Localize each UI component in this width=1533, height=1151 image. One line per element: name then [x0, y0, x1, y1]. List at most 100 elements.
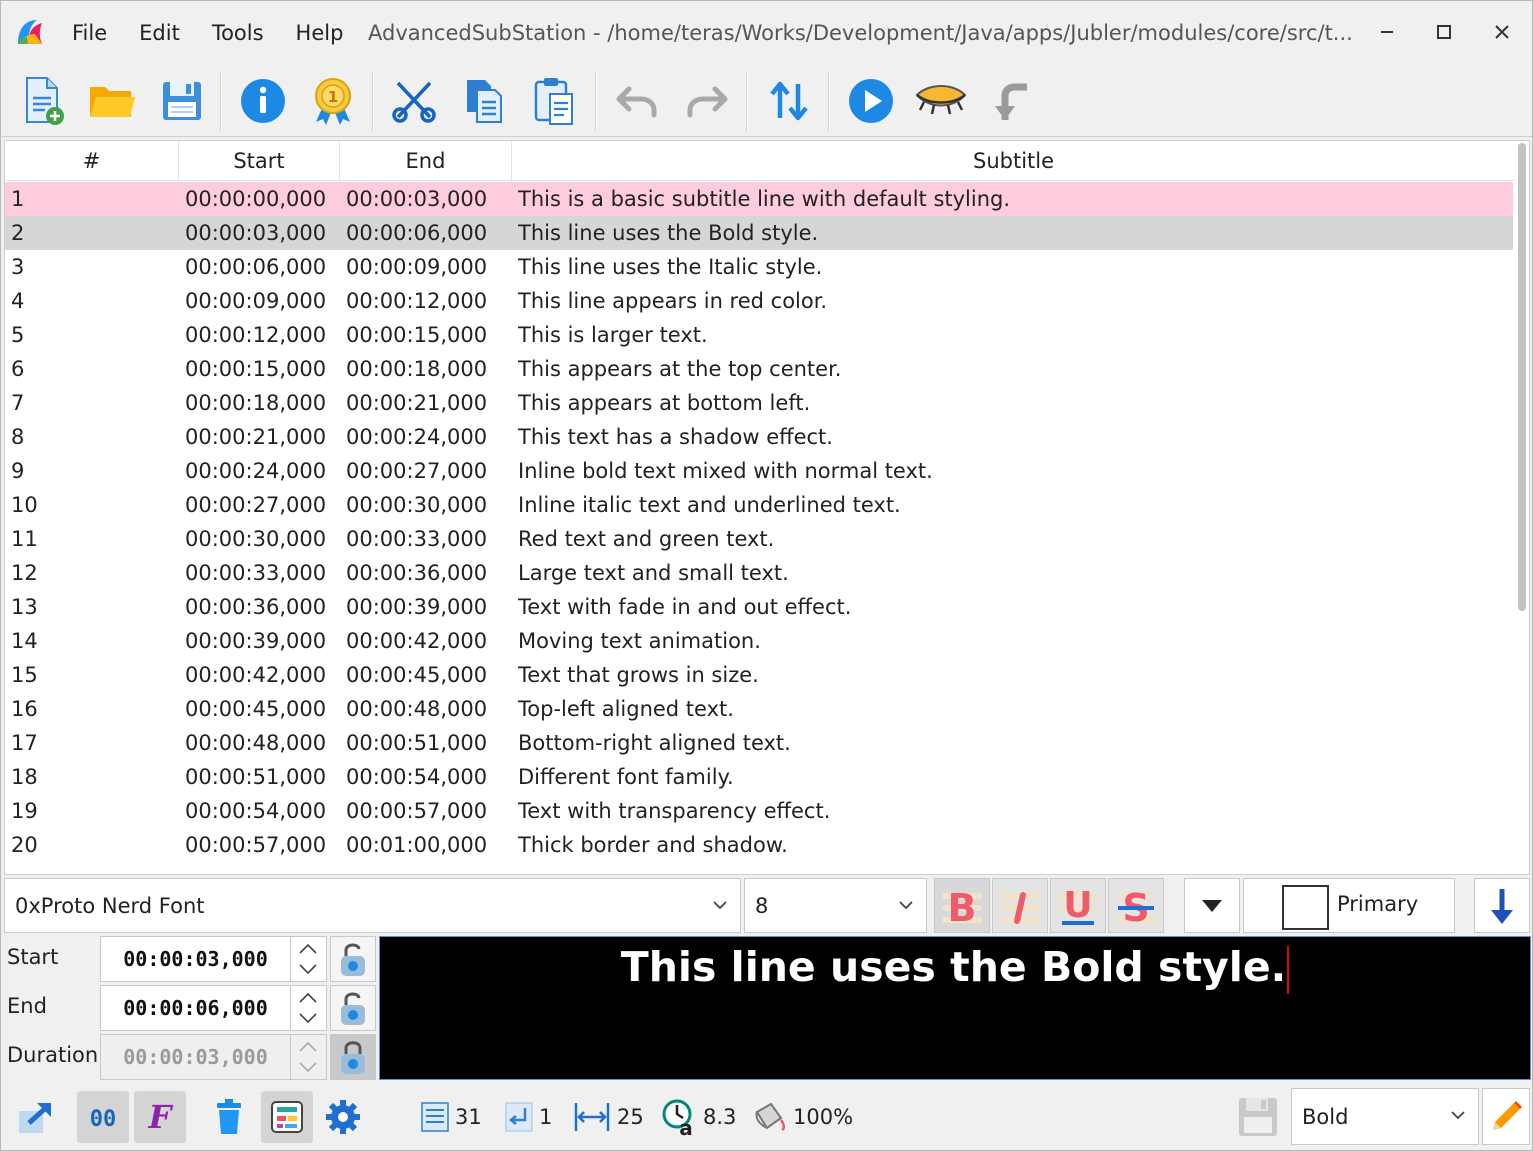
cell-end: 00:00:03,000: [346, 187, 488, 211]
save-style-button[interactable]: [1231, 1091, 1285, 1143]
table-row[interactable]: 9 00:00:24,000 00:00:27,000 Inline bold tex…: [5, 454, 1513, 488]
italic-toggle[interactable]: [992, 878, 1048, 933]
underline-toggle[interactable]: U: [1050, 878, 1106, 933]
table-row[interactable]: 17 00:00:48,000 00:00:51,000 Bottom-right a…: [5, 726, 1513, 760]
settings-button[interactable]: [317, 1091, 369, 1143]
cell-number: 16: [11, 697, 38, 721]
open-button[interactable]: [84, 73, 140, 129]
cell-subtitle: Different font family.: [518, 765, 734, 789]
undo-button[interactable]: [609, 73, 665, 129]
redo-button[interactable]: [679, 73, 735, 129]
duration-stepper[interactable]: [291, 1034, 327, 1080]
style-menu-dropdown[interactable]: [1184, 878, 1240, 933]
sort-button[interactable]: [761, 73, 817, 129]
toolbar-separator: [828, 71, 830, 131]
strikethrough-toggle[interactable]: S: [1108, 878, 1164, 933]
cut-button[interactable]: [386, 73, 442, 129]
start-lock-toggle[interactable]: [330, 936, 376, 982]
cell-end: 00:00:09,000: [346, 255, 488, 279]
award-button[interactable]: 1: [305, 73, 361, 129]
preview-button[interactable]: [913, 73, 969, 129]
cell-end: 00:00:06,000: [346, 221, 488, 245]
menu-file[interactable]: File: [56, 21, 123, 45]
table-row[interactable]: 13 00:00:36,000 00:00:39,000 Text with fade…: [5, 590, 1513, 624]
chevron-down-icon: [899, 901, 913, 910]
font-mode-toggle[interactable]: F: [134, 1091, 186, 1143]
table-row[interactable]: 2 00:00:03,000 00:00:06,000 This line uses …: [5, 216, 1513, 250]
font-family-select[interactable]: 0xProto Nerd Font: [4, 878, 741, 933]
timecode-mode-toggle[interactable]: 00: [77, 1091, 129, 1143]
toolbar-separator: [372, 71, 374, 131]
cell-end: 00:00:57,000: [346, 799, 488, 823]
edit-style-button[interactable]: [1482, 1088, 1530, 1145]
menu-tools[interactable]: Tools: [196, 21, 280, 45]
menu-edit[interactable]: Edit: [123, 21, 196, 45]
bold-toggle[interactable]: B: [934, 878, 990, 933]
table-row[interactable]: 10 00:00:27,000 00:00:30,000 Inline italic …: [5, 488, 1513, 522]
new-file-button[interactable]: [15, 73, 71, 129]
table-row[interactable]: 6 00:00:15,000 00:00:18,000 This appears at…: [5, 352, 1513, 386]
table-row[interactable]: 7 00:00:18,000 00:00:21,000 This appears at…: [5, 386, 1513, 420]
table-row[interactable]: 4 00:00:09,000 00:00:12,000 This line appea…: [5, 284, 1513, 318]
column-header-start[interactable]: Start: [179, 141, 340, 181]
cell-subtitle: This line uses the Bold style.: [518, 221, 819, 245]
duration-lock-toggle[interactable]: [330, 1034, 376, 1080]
style-select[interactable]: Bold: [1291, 1088, 1479, 1145]
font-size-select[interactable]: 8: [744, 878, 927, 933]
jump-back-button[interactable]: [983, 73, 1039, 129]
styles-editor-button[interactable]: [261, 1091, 313, 1143]
table-row[interactable]: 5 00:00:12,000 00:00:15,000 This is larger …: [5, 318, 1513, 352]
toolbar-separator: [220, 71, 222, 131]
close-button[interactable]: [1485, 15, 1519, 49]
detach-button[interactable]: [9, 1091, 61, 1143]
scrollbar-thumb[interactable]: [1518, 143, 1526, 611]
info-icon: [241, 79, 285, 123]
table-row[interactable]: 18 00:00:51,000 00:00:54,000 Different font…: [5, 760, 1513, 794]
table-scrollbar[interactable]: [1517, 143, 1527, 871]
table-row[interactable]: 11 00:00:30,000 00:00:33,000 Red text and g…: [5, 522, 1513, 556]
open-folder-icon: [90, 87, 135, 117]
italic-icon: [1000, 891, 1040, 924]
table-row[interactable]: 15 00:00:42,000 00:00:45,000 Text that grow…: [5, 658, 1513, 692]
table-row[interactable]: 12 00:00:33,000 00:00:36,000 Large text and…: [5, 556, 1513, 590]
maximize-button[interactable]: [1427, 15, 1461, 49]
table-row[interactable]: 3 00:00:06,000 00:00:09,000 This line uses …: [5, 250, 1513, 284]
cell-number: 1: [11, 187, 25, 211]
start-time-field[interactable]: 00:00:03,000: [100, 936, 291, 982]
paste-button[interactable]: [526, 73, 582, 129]
duration-field[interactable]: 00:00:03,000: [100, 1034, 291, 1080]
cell-start: 00:00:33,000: [185, 561, 327, 585]
subtitle-table[interactable]: # Start End Subtitle 1 00:00:00,000 00:00:…: [4, 140, 1530, 875]
menu-help[interactable]: Help: [280, 21, 360, 45]
newline-count-value: 1: [539, 1105, 553, 1129]
column-header-end[interactable]: End: [340, 141, 512, 181]
table-row[interactable]: 20 00:00:57,000 00:01:00,000 Thick border a…: [5, 828, 1513, 862]
toolbar-separator: [595, 71, 597, 131]
column-header-subtitle[interactable]: Subtitle: [512, 141, 1515, 181]
table-row[interactable]: 14 00:00:39,000 00:00:42,000 Moving text an…: [5, 624, 1513, 658]
end-time-field[interactable]: 00:00:06,000: [100, 985, 291, 1031]
minimize-button[interactable]: [1370, 15, 1404, 49]
preview-eye-icon: [915, 85, 967, 115]
subtitle-text-editor[interactable]: This line uses the Bold style.: [379, 936, 1531, 1080]
cell-subtitle: This text has a shadow effect.: [518, 425, 833, 449]
column-header-number[interactable]: #: [5, 141, 179, 181]
play-button[interactable]: [843, 73, 899, 129]
end-time-stepper[interactable]: [291, 985, 327, 1031]
table-row[interactable]: 1 00:00:00,000 00:00:03,000 This is a basic…: [5, 182, 1513, 216]
fill-bucket-icon: [755, 1102, 786, 1132]
end-lock-toggle[interactable]: [330, 985, 376, 1031]
color-selector[interactable]: Primary: [1243, 878, 1455, 933]
info-button[interactable]: [235, 73, 291, 129]
undo-icon: [616, 86, 657, 118]
table-row[interactable]: 19 00:00:54,000 00:00:57,000 Text with tran…: [5, 794, 1513, 828]
sort-icon: [770, 81, 808, 121]
table-row[interactable]: 8 00:00:21,000 00:00:24,000 This text has a…: [5, 420, 1513, 454]
table-row[interactable]: 16 00:00:45,000 00:00:48,000 Top-left align…: [5, 692, 1513, 726]
cell-subtitle: This is larger text.: [518, 323, 708, 347]
copy-button[interactable]: [456, 73, 512, 129]
delete-button[interactable]: [203, 1091, 255, 1143]
save-button[interactable]: [154, 73, 210, 129]
start-time-stepper[interactable]: [291, 936, 327, 982]
move-down-button[interactable]: [1474, 878, 1530, 933]
